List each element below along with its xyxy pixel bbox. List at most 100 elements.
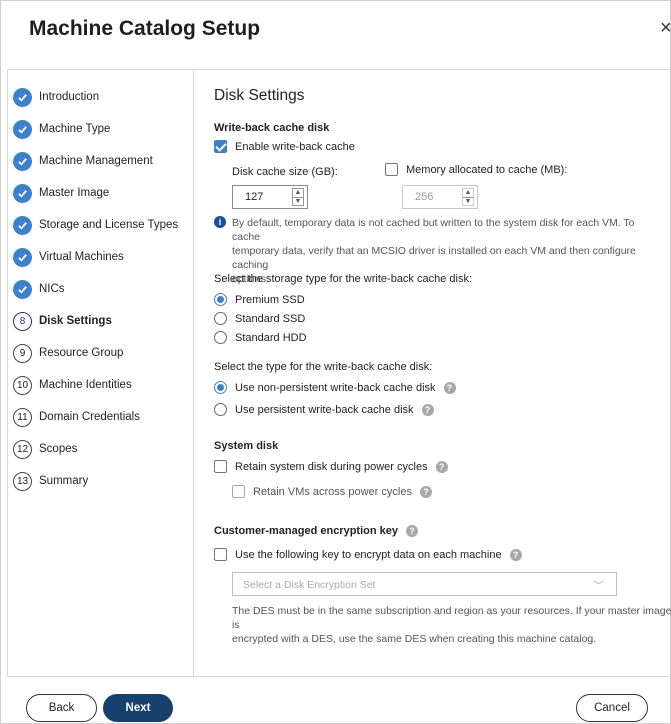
non-persistent-radio[interactable] [214,381,227,394]
nav-step-storage-license[interactable]: Storage and License Types [13,214,178,236]
storage-standard-ssd-radio[interactable] [214,312,227,325]
step-complete-check-icon [13,279,32,299]
storage-premium-radio[interactable] [214,293,227,306]
note-line: encrypted with a DES, use the same DES w… [232,633,597,645]
nav-step-master-image[interactable]: Master Image [13,182,109,204]
step-complete-check-icon [13,87,32,107]
disk-encryption-set-select[interactable]: Select a Disk Encryption Set ﹀ [232,572,617,596]
help-icon[interactable]: ? [421,403,434,416]
nav-step-label: Introduction [39,91,100,103]
info-icon-wrap: i [214,216,226,228]
help-icon[interactable]: ? [443,381,456,394]
disk-settings-panel: Disk Settings Write-back cache disk Enab… [214,70,671,676]
retain-system-disk-label: Retain system disk during power cycles [235,460,428,473]
storage-option-standard-hdd[interactable]: Standard HDD [214,331,307,344]
memory-cache-label: Memory allocated to cache (MB): [406,163,568,176]
enable-write-back-row[interactable]: Enable write-back cache [214,140,355,153]
retain-system-disk-checkbox[interactable] [214,460,227,473]
stepper-up-icon[interactable]: ▲ [463,189,473,198]
nav-step-machine-type[interactable]: Machine Type [13,118,110,140]
storage-option-premium[interactable]: Premium SSD [214,293,305,306]
retain-vms-checkbox[interactable] [232,485,245,498]
nav-step-disk-settings[interactable]: 8 Disk Settings [13,310,112,332]
step-complete-check-icon [13,119,32,139]
encryption-title-row: Customer-managed encryption key ? [214,525,418,537]
cache-option-persistent[interactable]: Use persistent write-back cache disk ? [214,403,434,416]
step-number-badge: 12 [13,439,32,459]
nav-step-label: Virtual Machines [39,251,124,263]
persistent-radio[interactable] [214,403,227,416]
nav-step-label: Resource Group [39,347,124,359]
nav-step-label: Summary [39,475,89,487]
step-complete-check-icon [13,151,32,171]
nav-step-label: NICs [39,283,65,295]
dialog-body: Introduction Machine Type Machine Manage… [7,69,671,677]
step-number-badge: 8 [13,311,32,331]
step-number-badge: 10 [13,375,32,395]
retain-system-disk-row[interactable]: Retain system disk during power cycles ? [214,460,448,473]
memory-cache-stepper[interactable]: ▲ ▼ [462,188,474,206]
memory-cache-checkbox[interactable] [385,163,398,176]
info-icon: i [214,216,226,228]
step-number-badge: 9 [13,343,32,363]
cache-type-prompt: Select the type for the write-back cache… [214,361,433,373]
step-complete-check-icon [13,247,32,267]
info-line: temporary data, verify that an MCSIO dri… [232,245,636,271]
nav-step-summary[interactable]: 13 Summary [13,470,88,492]
nav-step-machine-identities[interactable]: 10 Machine Identities [13,374,132,396]
disk-cache-size-input[interactable]: 127 ▲ ▼ [232,185,308,209]
next-button[interactable]: Next [103,694,173,722]
stepper-down-icon[interactable]: ▼ [293,198,303,206]
system-disk-title: System disk [214,440,279,452]
cache-option-label: Use persistent write-back cache disk [235,403,414,416]
step-complete-check-icon [13,183,32,203]
use-key-label: Use the following key to encrypt data on… [235,548,502,561]
info-line: By default, temporary data is not cached… [232,217,635,243]
note-line: The DES must be in the same subscription… [232,605,671,631]
storage-option-standard-ssd[interactable]: Standard SSD [214,312,305,325]
storage-option-label: Premium SSD [235,293,305,306]
nav-step-introduction[interactable]: Introduction [13,86,99,108]
storage-type-prompt: Select the storage type for the write-ba… [214,273,473,285]
back-button[interactable]: Back [26,694,97,722]
memory-cache-row[interactable]: Memory allocated to cache (MB): [385,163,567,176]
disk-cache-size-value: 127 [245,191,264,203]
disk-cache-stepper[interactable]: ▲ ▼ [292,188,304,206]
stepper-down-icon[interactable]: ▼ [463,198,473,206]
storage-standard-hdd-radio[interactable] [214,331,227,344]
help-icon[interactable]: ? [419,485,432,498]
nav-step-resource-group[interactable]: 9 Resource Group [13,342,123,364]
step-number-badge: 11 [13,407,32,427]
stepper-up-icon[interactable]: ▲ [293,189,303,198]
nav-step-nics[interactable]: NICs [13,278,65,300]
close-icon[interactable]: × [660,17,671,40]
nav-step-label: Domain Credentials [39,411,140,423]
nav-step-scopes[interactable]: 12 Scopes [13,438,77,460]
nav-step-label: Storage and License Types [39,219,179,231]
storage-option-label: Standard HDD [235,331,307,344]
nav-step-label: Machine Identities [39,379,132,391]
nav-step-virtual-machines[interactable]: Virtual Machines [13,246,124,268]
step-complete-check-icon [13,215,32,235]
nav-step-label: Machine Management [39,155,153,167]
write-back-section-title: Write-back cache disk [214,122,330,134]
storage-option-label: Standard SSD [235,312,306,325]
enable-write-back-checkbox[interactable] [214,140,227,153]
cache-option-label: Use non-persistent write-back cache disk [235,381,436,394]
nav-step-label: Machine Type [39,123,111,135]
wizard-steps-nav: Introduction Machine Type Machine Manage… [8,70,194,676]
use-key-row[interactable]: Use the following key to encrypt data on… [214,548,522,561]
cancel-button[interactable]: Cancel [576,694,648,722]
nav-step-domain-credentials[interactable]: 11 Domain Credentials [13,406,140,428]
disk-cache-size-label: Disk cache size (GB): [232,166,338,178]
select-placeholder: Select a Disk Encryption Set [243,579,376,591]
retain-vms-row[interactable]: Retain VMs across power cycles ? [232,485,432,498]
help-icon[interactable]: ? [406,525,418,537]
nav-step-machine-management[interactable]: Machine Management [13,150,153,172]
help-icon[interactable]: ? [435,460,448,473]
step-number-badge: 13 [13,471,32,491]
help-icon[interactable]: ? [509,548,522,561]
memory-cache-input[interactable]: 256 ▲ ▼ [402,185,478,209]
cache-option-non-persistent[interactable]: Use non-persistent write-back cache disk… [214,381,456,394]
use-key-checkbox[interactable] [214,548,227,561]
